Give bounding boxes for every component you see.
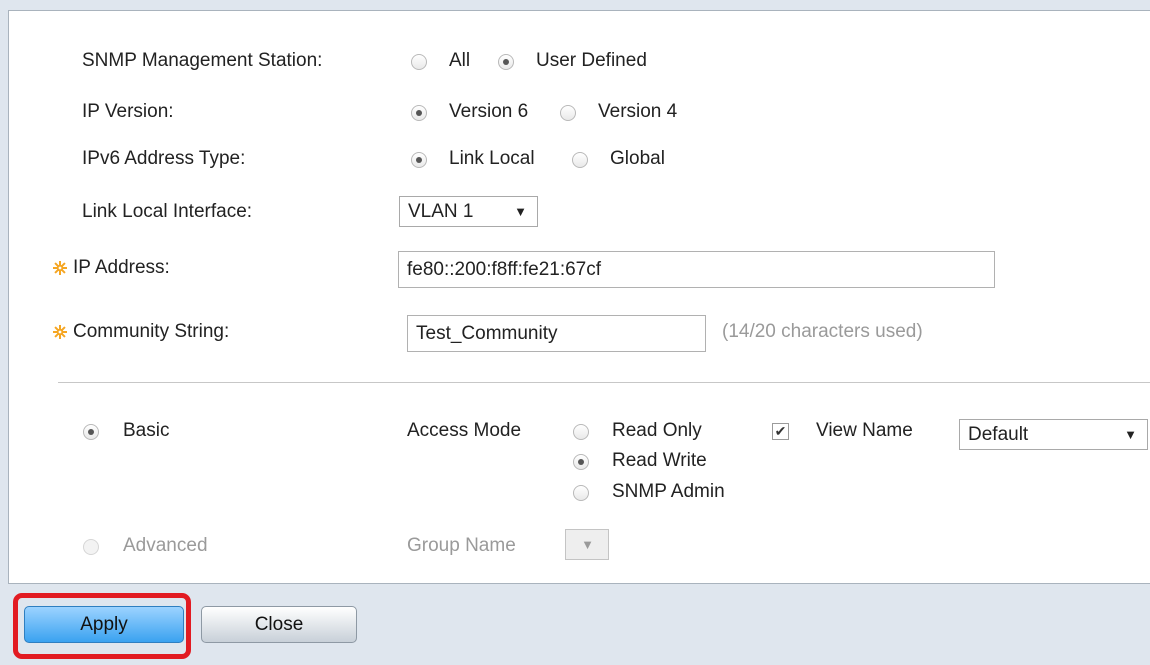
view-name-select[interactable]: Default ▼ bbox=[959, 419, 1148, 450]
ip-version-label: IP Version: bbox=[82, 101, 174, 122]
access-read-only-label: Read Only bbox=[612, 420, 702, 441]
chevron-down-icon: ▼ bbox=[1124, 427, 1137, 442]
community-string-hint: (14/20 characters used) bbox=[722, 321, 923, 342]
community-string-label: Community String: bbox=[73, 321, 230, 342]
access-snmp-admin-radio[interactable] bbox=[573, 485, 589, 501]
ipv6-type-label: IPv6 Address Type: bbox=[82, 148, 246, 169]
checkmark-icon: ✔ bbox=[774, 423, 787, 439]
community-string-value: Test_Community bbox=[416, 323, 558, 344]
view-name-label: View Name bbox=[816, 420, 913, 441]
ip-version-6-radio[interactable] bbox=[411, 105, 427, 121]
view-name-value: Default bbox=[968, 424, 1029, 445]
snmp-station-user-defined-radio[interactable] bbox=[498, 54, 514, 70]
link-local-interface-label: Link Local Interface: bbox=[82, 201, 253, 222]
ip-address-label: IP Address: bbox=[73, 257, 170, 278]
apply-button-highlight bbox=[13, 593, 191, 659]
required-star-icon bbox=[53, 261, 67, 275]
access-snmp-admin-label: SNMP Admin bbox=[612, 481, 725, 502]
top-strip bbox=[0, 0, 1150, 10]
link-local-interface-value: VLAN 1 bbox=[408, 201, 474, 222]
access-mode-label: Access Mode bbox=[407, 420, 522, 441]
section-divider bbox=[58, 382, 1150, 383]
ip-version-4-radio[interactable] bbox=[560, 105, 576, 121]
ip-version-4-label: Version 4 bbox=[598, 101, 678, 122]
basic-radio[interactable] bbox=[83, 424, 99, 440]
chevron-down-icon: ▼ bbox=[581, 537, 594, 552]
ipv6-global-label: Global bbox=[610, 148, 665, 169]
group-name-label: Group Name bbox=[407, 535, 516, 556]
access-read-write-radio[interactable] bbox=[573, 454, 589, 470]
ipv6-global-radio[interactable] bbox=[572, 152, 588, 168]
view-name-checkbox[interactable]: ✔ bbox=[772, 423, 789, 440]
close-button[interactable]: Close bbox=[201, 606, 357, 643]
ip-address-input[interactable]: fe80::200:f8ff:fe21:67cf bbox=[398, 251, 995, 288]
required-star-icon bbox=[53, 325, 67, 339]
ip-version-6-label: Version 6 bbox=[449, 101, 529, 122]
ipv6-link-local-label: Link Local bbox=[449, 148, 535, 169]
community-string-input[interactable]: Test_Community bbox=[407, 315, 706, 352]
snmp-station-user-defined-label: User Defined bbox=[536, 50, 647, 71]
chevron-down-icon: ▼ bbox=[514, 204, 527, 219]
basic-label: Basic bbox=[123, 420, 170, 441]
access-read-only-radio[interactable] bbox=[573, 424, 589, 440]
link-local-interface-select[interactable]: VLAN 1 ▼ bbox=[399, 196, 538, 227]
advanced-radio bbox=[83, 539, 99, 555]
snmp-community-form: SNMP Management Station: All User Define… bbox=[8, 10, 1150, 584]
snmp-station-label: SNMP Management Station: bbox=[82, 50, 323, 71]
snmp-station-all-label: All bbox=[449, 50, 471, 71]
access-read-write-label: Read Write bbox=[612, 450, 707, 471]
ipv6-link-local-radio[interactable] bbox=[411, 152, 427, 168]
advanced-label: Advanced bbox=[123, 535, 208, 556]
ip-address-value: fe80::200:f8ff:fe21:67cf bbox=[407, 259, 602, 280]
group-name-select: ▼ bbox=[565, 529, 609, 560]
snmp-station-all-radio[interactable] bbox=[411, 54, 427, 70]
